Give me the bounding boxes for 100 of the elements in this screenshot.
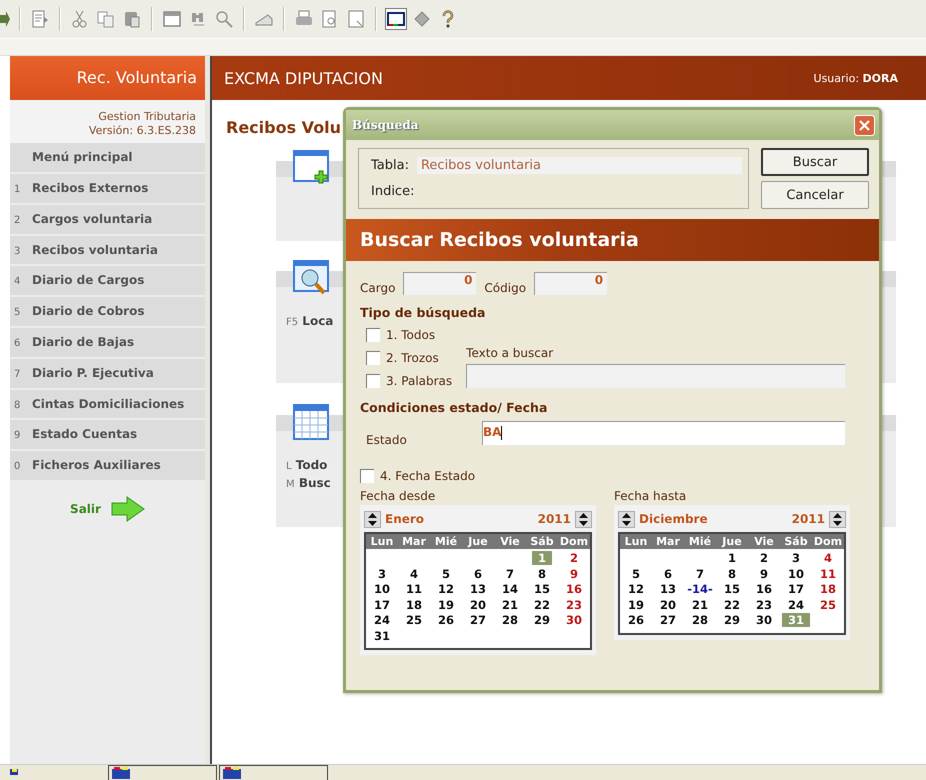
calendar-day[interactable]: 7 [696,566,704,580]
calendar-day[interactable]: 19 [628,598,644,612]
calendar-day[interactable]: 2 [760,551,768,565]
calendar-day[interactable]: 31 [374,628,390,642]
sidebar-item[interactable]: 2 Cargos voluntaria [10,204,205,236]
calendar-day[interactable]: 27 [660,613,676,627]
calendar-day[interactable]: 10 [788,566,804,580]
calendar-day[interactable]: 19 [438,598,454,612]
calendar-day[interactable]: 22 [724,598,740,612]
calendar-day[interactable]: 23 [756,598,772,612]
calendar-day[interactable]: 28 [502,613,518,627]
calendar-day[interactable]: 4 [410,566,418,580]
calendar-day[interactable]: 12 [628,582,644,596]
spin-icon[interactable] [364,510,381,528]
calendar-day[interactable]: 6 [664,566,672,580]
calendar-day[interactable]: 9 [570,566,578,580]
arrow-icon[interactable] [110,496,145,522]
sidebar-item[interactable]: 7 Diario P. Ejecutiva [10,358,205,390]
calendar-day[interactable]: 30 [566,613,582,627]
monitor-icon[interactable] [386,9,406,29]
spin-icon[interactable] [829,510,846,528]
search-text-field[interactable] [466,364,845,388]
exit-link[interactable]: Salir [70,502,101,516]
calendar-day[interactable]: 29 [534,613,550,627]
calendar-day[interactable]: 2 [570,551,578,565]
calendar-day[interactable]: 13 [470,582,486,596]
calendar-day[interactable]: 8 [538,566,546,580]
calendar-day[interactable]: 25 [406,613,422,627]
calendar-day[interactable]: 11 [820,566,836,580]
calendar-day[interactable]: 16 [756,582,772,596]
taskbar-button[interactable] [219,765,328,780]
calendar-day[interactable]: 24 [788,598,804,612]
sidebar-item[interactable]: 3 Recibos voluntaria [10,236,205,266]
search-icon[interactable] [214,9,234,29]
dialog-button[interactable]: Buscar [761,148,869,176]
calendar-day[interactable]: 17 [788,582,804,596]
page-icon[interactable] [346,9,366,29]
calendar-day[interactable]: 9 [760,566,768,580]
cargo-field[interactable]: 0 [403,272,476,294]
taskbar-button[interactable] [108,765,217,780]
checkbox[interactable] [366,374,380,388]
calendar-day[interactable]: 18 [820,582,836,596]
calendar-day[interactable]: 8 [728,566,736,580]
calendar-day[interactable]: 29 [724,613,740,627]
weekday-label: Vie [753,534,775,549]
sidebar-item[interactable]: 5 Diario de Cobros [10,297,205,328]
calendar-day[interactable]: 24 [374,613,390,627]
calendar-day[interactable]: 10 [374,582,390,596]
sidebar-item[interactable]: 6 Diario de Bajas [10,328,205,359]
calendar-day[interactable]: 14 [502,582,518,596]
sidebar-item[interactable]: 1 Recibos Externos [10,174,205,205]
close-icon[interactable] [854,114,875,136]
calendar-day[interactable]: 26 [628,613,644,627]
calendar-day[interactable]: 3 [378,566,386,580]
dialog-button[interactable]: Cancelar [761,181,869,209]
checkbox[interactable] [360,469,374,483]
calendar-day[interactable]: 11 [406,582,422,596]
checkbox[interactable] [366,328,380,342]
calendar-day[interactable]: 13 [660,582,676,596]
calendar-day[interactable]: 21 [692,598,708,612]
arrow-icon[interactable] [0,9,10,29]
calendar-day[interactable]: 1 [728,551,736,565]
doc-edit-icon[interactable] [30,9,50,29]
diamond-icon[interactable] [412,9,432,29]
calendar-day[interactable]: 20 [660,598,676,612]
calendar-day[interactable]: 28 [692,613,708,627]
calendar-day[interactable]: 30 [756,613,772,627]
calendar-day[interactable]: 20 [470,598,486,612]
calendar-day[interactable]: 15 [534,582,550,596]
sidebar-item[interactable]: 0 Ficheros Auxiliares [10,451,205,482]
calendar-day[interactable]: 17 [374,598,390,612]
calendar-day[interactable]: 3 [792,551,800,565]
calendar-icon[interactable] [292,403,332,443]
estado-field[interactable]: BA [482,421,845,445]
spin-icon[interactable] [618,510,635,528]
checkbox[interactable] [366,351,380,365]
calendar-day[interactable]: 7 [506,566,514,580]
calendar-day[interactable]: 5 [632,566,640,580]
calendar-day[interactable]: 5 [442,566,450,580]
window-icon[interactable] [162,9,182,29]
calendar-day[interactable]: 16 [566,582,582,596]
paste-icon[interactable] [122,9,142,29]
calendar-day[interactable]: 27 [470,613,486,627]
calendar-day[interactable]: 18 [406,598,422,612]
calendar-day[interactable]: 6 [474,566,482,580]
copy-icon[interactable] [96,9,116,29]
calendar-day[interactable]: 4 [824,551,832,565]
calendar-day[interactable]: 25 [820,598,836,612]
sidebar-item[interactable]: 9 Estado Cuentas [10,420,205,452]
codigo-field[interactable]: 0 [534,272,608,294]
sidebar-item[interactable]: 4 Diario de Cargos [10,266,205,298]
spin-icon[interactable] [575,510,592,528]
calendar-day[interactable]: 22 [534,598,550,612]
calendar-day[interactable]: 26 [438,613,454,627]
sidebar-item[interactable]: 8 Cintas Domiciliaciones [10,390,205,420]
calendar-day[interactable]: 23 [566,598,582,612]
calendar-day[interactable]: 15 [724,582,740,596]
calendar-day[interactable]: -14- [687,582,713,596]
calendar-day[interactable]: 21 [502,598,518,612]
calendar-day[interactable]: 12 [438,582,454,596]
